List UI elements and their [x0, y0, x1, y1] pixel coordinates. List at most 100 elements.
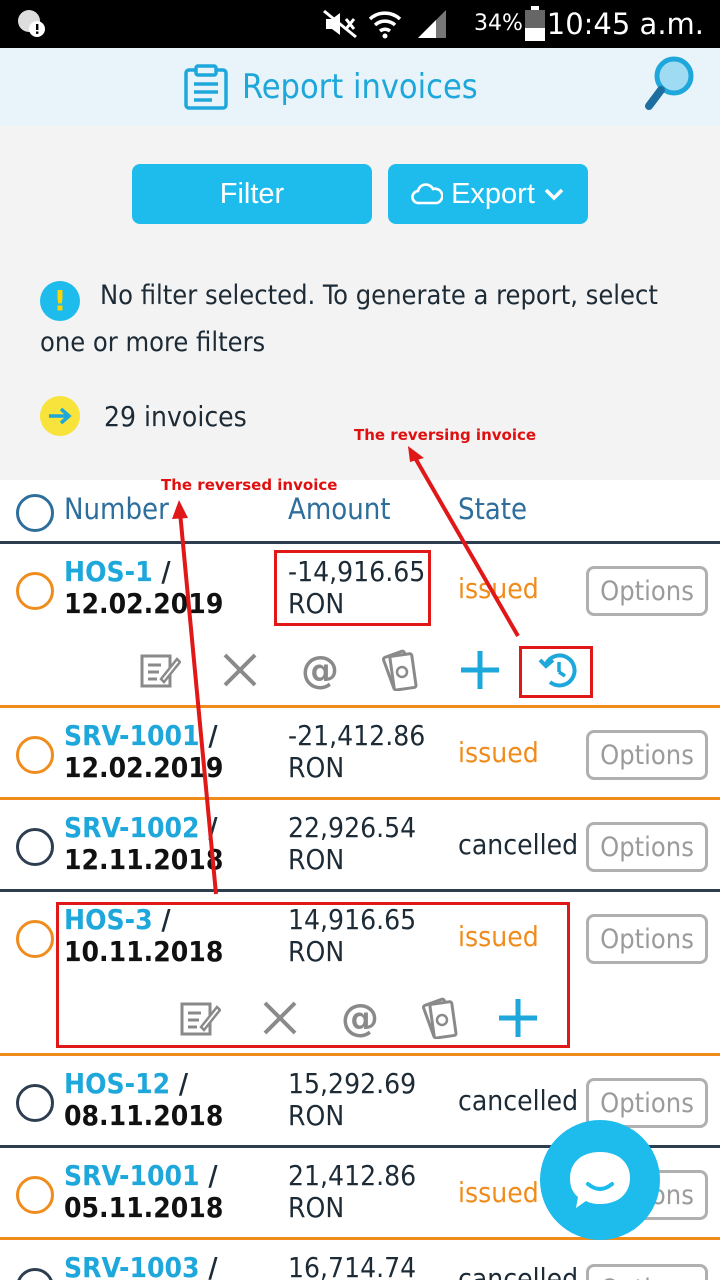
options-button[interactable]: Options	[586, 1264, 708, 1280]
amount-currency: RON	[288, 1099, 345, 1132]
row-actions: @	[0, 644, 720, 696]
options-button-label: Options	[600, 1087, 694, 1119]
options-button-label: Options	[600, 1274, 694, 1280]
invoice-number[interactable]: HOS-1 / 12.02.2019	[64, 556, 223, 620]
status-bar: 34% 10:45 a.m.	[0, 0, 720, 48]
signal-icon	[418, 10, 446, 38]
amount-value: 16,714.74	[288, 1251, 417, 1280]
table-row[interactable]: SRV-1001 / 12.02.2019 -21,412.86 RON issu…	[0, 708, 720, 800]
invoice-amount: 21,412.86 RON	[288, 1160, 416, 1224]
invoice-code[interactable]: SRV-1002	[64, 811, 200, 844]
payment-icon[interactable]	[378, 648, 422, 692]
battery-icon	[525, 6, 545, 41]
row-checkbox[interactable]	[16, 920, 54, 958]
status-badge: issued	[458, 1176, 539, 1209]
status-badge: issued	[458, 736, 539, 769]
annotation-reversed-label: The reversed invoice	[161, 476, 338, 494]
column-number: Number	[64, 492, 169, 526]
invoice-amount: 16,714.74	[288, 1252, 416, 1280]
table-header: Number Amount State	[0, 480, 720, 544]
clipboard-icon	[184, 64, 228, 110]
row-checkbox[interactable]	[16, 1084, 54, 1122]
options-button[interactable]: Options	[586, 914, 708, 964]
row-checkbox[interactable]	[16, 1268, 54, 1280]
amount-value: -21,412.86	[288, 719, 426, 752]
select-all-checkbox[interactable]	[16, 494, 54, 532]
annotation-reversing-label: The reversing invoice	[354, 426, 537, 444]
invoice-date: 12.11.2018	[64, 843, 224, 876]
invoice-date: 08.11.2018	[64, 1099, 224, 1132]
invoice-date: 12.02.2019	[64, 751, 224, 784]
amount-value: 21,412.86	[288, 1159, 417, 1192]
filter-info: ! No filter selected. To generate a repor…	[40, 274, 690, 364]
filter-info-text: No filter selected. To generate a report…	[40, 280, 658, 358]
arrow-right-icon	[40, 396, 80, 436]
invoice-number[interactable]: SRV-1001 / 12.02.2019	[64, 720, 223, 784]
status-badge: cancelled	[458, 828, 579, 861]
info-icon: !	[40, 280, 80, 321]
chevron-down-icon	[544, 188, 564, 201]
search-icon[interactable]	[644, 54, 698, 112]
filter-button-label: Filter	[219, 177, 285, 210]
chat-button[interactable]	[540, 1120, 660, 1240]
amount-value: 22,926.54	[288, 811, 417, 844]
app-header: Report invoices	[0, 48, 720, 126]
invoice-code[interactable]: HOS-1	[64, 555, 153, 588]
invoice-number[interactable]: HOS-12 / 08.11.2018	[64, 1068, 223, 1132]
invoice-amount: 22,926.54 RON	[288, 812, 416, 876]
options-button[interactable]: Options	[586, 730, 708, 780]
clock: 10:45 a.m.	[546, 7, 704, 41]
cloud-icon	[411, 183, 444, 205]
options-button-label: Options	[600, 739, 694, 771]
status-badge: cancelled	[458, 1262, 579, 1280]
row-checkbox[interactable]	[16, 1176, 54, 1214]
invoice-count: 29 invoices	[104, 399, 247, 433]
invoice-code[interactable]: SRV-1003	[64, 1251, 200, 1280]
options-button-label: Options	[600, 575, 694, 607]
add-icon[interactable]	[458, 648, 502, 692]
email-icon[interactable]: @	[298, 648, 342, 692]
row-checkbox[interactable]	[16, 828, 54, 866]
chat-icon	[570, 1152, 630, 1208]
invoice-code[interactable]: SRV-1001	[64, 1159, 200, 1192]
header-title-group: Report invoices	[182, 58, 478, 116]
invoice-date: 12.02.2019	[64, 587, 224, 620]
row-checkbox[interactable]	[16, 736, 54, 774]
amount-currency: RON	[288, 843, 345, 876]
options-button[interactable]: Options	[586, 566, 708, 616]
cancel-icon[interactable]	[218, 648, 262, 692]
invoice-number[interactable]: SRV-1003 /	[64, 1252, 218, 1280]
invoice-code[interactable]: SRV-1001	[64, 719, 200, 752]
export-button-label: Export	[451, 177, 535, 210]
status-badge: issued	[458, 572, 539, 605]
table-row[interactable]: SRV-1003 / 16,714.74 cancelled Options	[0, 1240, 720, 1280]
page-title: Report invoices	[242, 67, 478, 107]
amount-currency: RON	[288, 751, 345, 784]
filter-button[interactable]: Filter	[132, 164, 372, 224]
column-state: State	[458, 492, 528, 526]
invoice-number[interactable]: SRV-1001 / 05.11.2018	[64, 1160, 223, 1224]
annotation-box-reversed-row	[56, 902, 570, 1048]
invoice-number[interactable]: SRV-1002 / 12.11.2018	[64, 812, 223, 876]
mute-icon	[323, 9, 357, 39]
invoice-date: 05.11.2018	[64, 1191, 224, 1224]
invoice-code[interactable]: HOS-12	[64, 1067, 170, 1100]
annotation-box-amount	[274, 550, 431, 626]
table-row[interactable]: SRV-1002 / 12.11.2018 22,926.54 RON cance…	[0, 800, 720, 892]
row-checkbox[interactable]	[16, 572, 54, 610]
alert-icon	[18, 10, 45, 37]
options-button-label: Options	[600, 831, 694, 863]
export-button[interactable]: Export	[388, 164, 588, 224]
amount-value: 15,292.69	[288, 1067, 417, 1100]
status-badge: cancelled	[458, 1084, 579, 1117]
battery-percent: 34%	[474, 11, 523, 36]
amount-currency: RON	[288, 1191, 345, 1224]
invoice-count-row: 29 invoices	[40, 396, 247, 436]
annotation-box-reverse	[519, 646, 593, 698]
column-amount: Amount	[288, 492, 391, 526]
options-button-label: Options	[600, 923, 694, 955]
options-button[interactable]: Options	[586, 822, 708, 872]
edit-icon[interactable]	[138, 648, 182, 692]
invoice-amount: -21,412.86 RON	[288, 720, 425, 784]
invoice-amount: 15,292.69 RON	[288, 1068, 416, 1132]
